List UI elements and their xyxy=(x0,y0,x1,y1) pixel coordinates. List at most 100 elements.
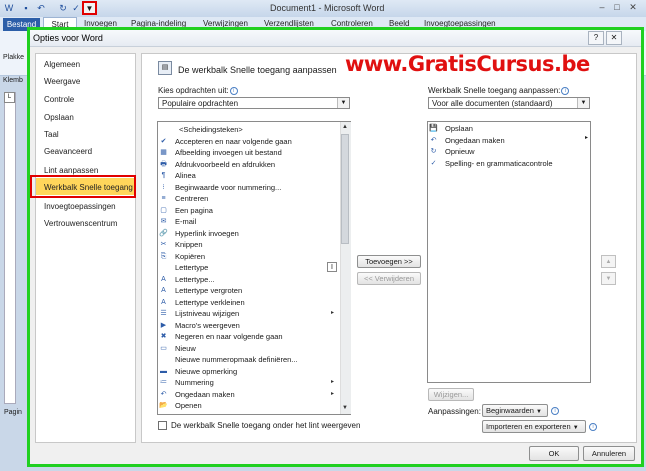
command-item[interactable]: A Lettertype... xyxy=(159,274,339,285)
section-title: De werkbalk Snelle toegang aanpassen xyxy=(178,65,337,75)
tab-selector[interactable]: L xyxy=(4,92,15,103)
command-label: Accepteren en naar volgende gaan xyxy=(175,136,292,146)
qat-item[interactable]: ✓ Spelling- en grammaticacontrole xyxy=(429,158,584,169)
nav-item-proofing[interactable]: Controle xyxy=(44,95,74,104)
maximize-icon[interactable]: □ xyxy=(612,2,622,12)
command-icon: ≡ xyxy=(161,195,166,202)
command-item[interactable]: ☰ Lijstniveau wijzigen ▸ xyxy=(159,308,339,319)
nav-item-customize-ribbon[interactable]: Lint aanpassen xyxy=(44,166,98,175)
command-item[interactable]: ⎘ Kopiëren xyxy=(159,251,339,262)
nav-item-general[interactable]: Algemeen xyxy=(44,60,80,69)
command-icon: ✖ xyxy=(160,333,167,340)
redo-icon[interactable]: ↻ xyxy=(57,2,69,14)
qat-item[interactable]: ↶ Ongedaan maken xyxy=(429,135,584,146)
command-item[interactable]: A Lettertype vergroten xyxy=(159,285,339,296)
reset-dropdown[interactable]: Beginwaarden ▼ xyxy=(482,404,548,417)
command-label: Macro's weergeven xyxy=(175,320,240,330)
command-label: Afdrukvoorbeeld en afdrukken xyxy=(175,159,276,169)
command-item[interactable]: Lettertype xyxy=(159,262,339,273)
nav-item-advanced[interactable]: Geavanceerd xyxy=(44,147,92,156)
word-logo-icon[interactable]: W xyxy=(3,2,15,14)
nav-item-trust-center[interactable]: Vertrouwenscentrum xyxy=(44,219,117,228)
info-icon: i xyxy=(589,422,597,431)
move-up-button[interactable]: ▲ xyxy=(601,255,616,268)
command-item[interactable]: ⁝ Beginwaarde voor nummering... xyxy=(159,182,339,193)
command-item[interactable]: ✔ Accepteren en naar volgende gaan xyxy=(159,136,339,147)
nav-item-save[interactable]: Opslaan xyxy=(44,113,74,122)
scroll-thumb[interactable] xyxy=(341,134,349,244)
ok-button[interactable]: OK xyxy=(529,446,579,461)
command-label: Alinea xyxy=(175,171,196,180)
remove-button[interactable]: << Verwijderen xyxy=(357,272,421,285)
customize-qat-button[interactable]: ▼ xyxy=(82,1,97,15)
move-down-button[interactable]: ▼ xyxy=(601,272,616,285)
command-icon: ▢ xyxy=(160,206,167,214)
command-item[interactable]: 📂 Openen xyxy=(159,400,339,411)
dropdown-arrow-icon: ▼ xyxy=(577,98,589,108)
close-window-icon[interactable]: ✕ xyxy=(628,2,638,12)
nav-item-language[interactable]: Taal xyxy=(44,130,59,139)
scroll-down-icon[interactable]: ▼ xyxy=(340,403,350,413)
font-field-icon: I xyxy=(327,262,337,272)
import-export-dropdown[interactable]: Importeren en exporteren ▼ xyxy=(482,420,586,433)
info-icon: i xyxy=(229,86,238,95)
command-label: Centreren xyxy=(175,194,209,203)
command-item[interactable]: ✖ Negeren en naar volgende gaan xyxy=(159,331,339,342)
minimize-icon[interactable]: – xyxy=(597,2,607,12)
command-item[interactable]: ↶ Ongedaan maken ▸ xyxy=(159,389,339,400)
command-item[interactable]: ▢ Een pagina xyxy=(159,205,339,216)
qat-scope-dropdown[interactable]: Voor alle documenten (standaard) ▼ xyxy=(428,97,590,109)
cancel-button[interactable]: Annuleren xyxy=(583,446,635,461)
watermark: www.GratisCursus.be xyxy=(345,52,590,76)
command-label: Ongedaan maken xyxy=(175,389,235,399)
command-item[interactable]: <Scheidingsteken> xyxy=(159,124,339,135)
command-label: <Scheidingsteken> xyxy=(179,125,243,134)
command-item[interactable]: ▶ Macro's weergeven xyxy=(159,320,339,331)
save-icon[interactable]: ▪ xyxy=(20,2,32,14)
clipboard-group-label: Klemb xyxy=(3,77,23,84)
command-label: Lijstniveau wijzigen xyxy=(175,309,240,318)
command-item[interactable]: ▬ Nieuwe opmerking xyxy=(159,366,339,377)
command-label: Lettertype xyxy=(175,263,209,272)
submenu-arrow-icon: ▸ xyxy=(331,379,335,385)
show-below-ribbon-checkbox[interactable] xyxy=(158,421,167,430)
command-item[interactable]: ≔ Nummering ▸ xyxy=(159,377,339,388)
customizations-label: Aanpassingen: xyxy=(428,407,481,416)
nav-item-display[interactable]: Weergave xyxy=(44,77,80,86)
paste-button-label[interactable]: Plakke xyxy=(3,54,24,61)
command-item[interactable]: ✉ E-mail xyxy=(159,216,339,227)
quick-access-toolbar-icon: ▤ xyxy=(158,61,172,75)
modify-button[interactable]: Wijzigen... xyxy=(428,388,474,401)
command-item[interactable]: ✂ Knippen xyxy=(159,239,339,250)
qat-item[interactable]: 💾 Opslaan xyxy=(429,123,584,134)
qat-item-label: Spelling- en grammaticacontrole xyxy=(445,158,553,168)
command-item[interactable]: ▦ Afbeelding invoegen uit bestand xyxy=(159,147,339,158)
command-icon: ✉ xyxy=(160,218,167,225)
command-item[interactable]: ≡ Centreren xyxy=(159,193,339,204)
submenu-arrow-icon: ▸ xyxy=(585,135,589,141)
command-item[interactable]: A Lettertype verkleinen xyxy=(159,297,339,308)
add-button[interactable]: Toevoegen >> xyxy=(357,255,421,268)
choose-commands-dropdown[interactable]: Populaire opdrachten ▼ xyxy=(158,97,350,109)
qat-item-icon: ↶ xyxy=(430,136,437,144)
scroll-up-icon[interactable]: ▲ xyxy=(340,122,350,132)
spelling-icon[interactable]: ✓ xyxy=(70,2,82,14)
command-item[interactable]: Nieuwe nummeropmaak definiëren... xyxy=(159,354,339,365)
nav-item-addins[interactable]: Invoegtoepassingen xyxy=(44,202,116,211)
qat-item-icon: 💾 xyxy=(429,125,438,132)
options-nav xyxy=(35,53,136,443)
command-icon: ↶ xyxy=(160,390,167,398)
command-item[interactable]: 🔗 Hyperlink invoegen xyxy=(159,228,339,239)
undo-icon[interactable]: ↶ xyxy=(35,2,47,14)
command-item[interactable]: ¶ Alinea xyxy=(159,170,339,181)
command-icon xyxy=(159,125,168,134)
command-item[interactable]: ▭ Nieuw xyxy=(159,343,339,354)
command-label: Beginwaarde voor nummering... xyxy=(175,182,282,192)
command-label: Kopiëren xyxy=(175,251,206,261)
command-icon: ✂ xyxy=(160,241,167,248)
command-icon: 🔗 xyxy=(159,229,168,237)
command-label: Een pagina xyxy=(175,205,213,215)
command-item[interactable]: 🖶 Afdrukvoorbeeld en afdrukken xyxy=(159,159,339,170)
qat-item[interactable]: ↻ Opnieuw xyxy=(429,146,584,157)
dropdown-arrow-icon: ▼ xyxy=(337,98,349,108)
